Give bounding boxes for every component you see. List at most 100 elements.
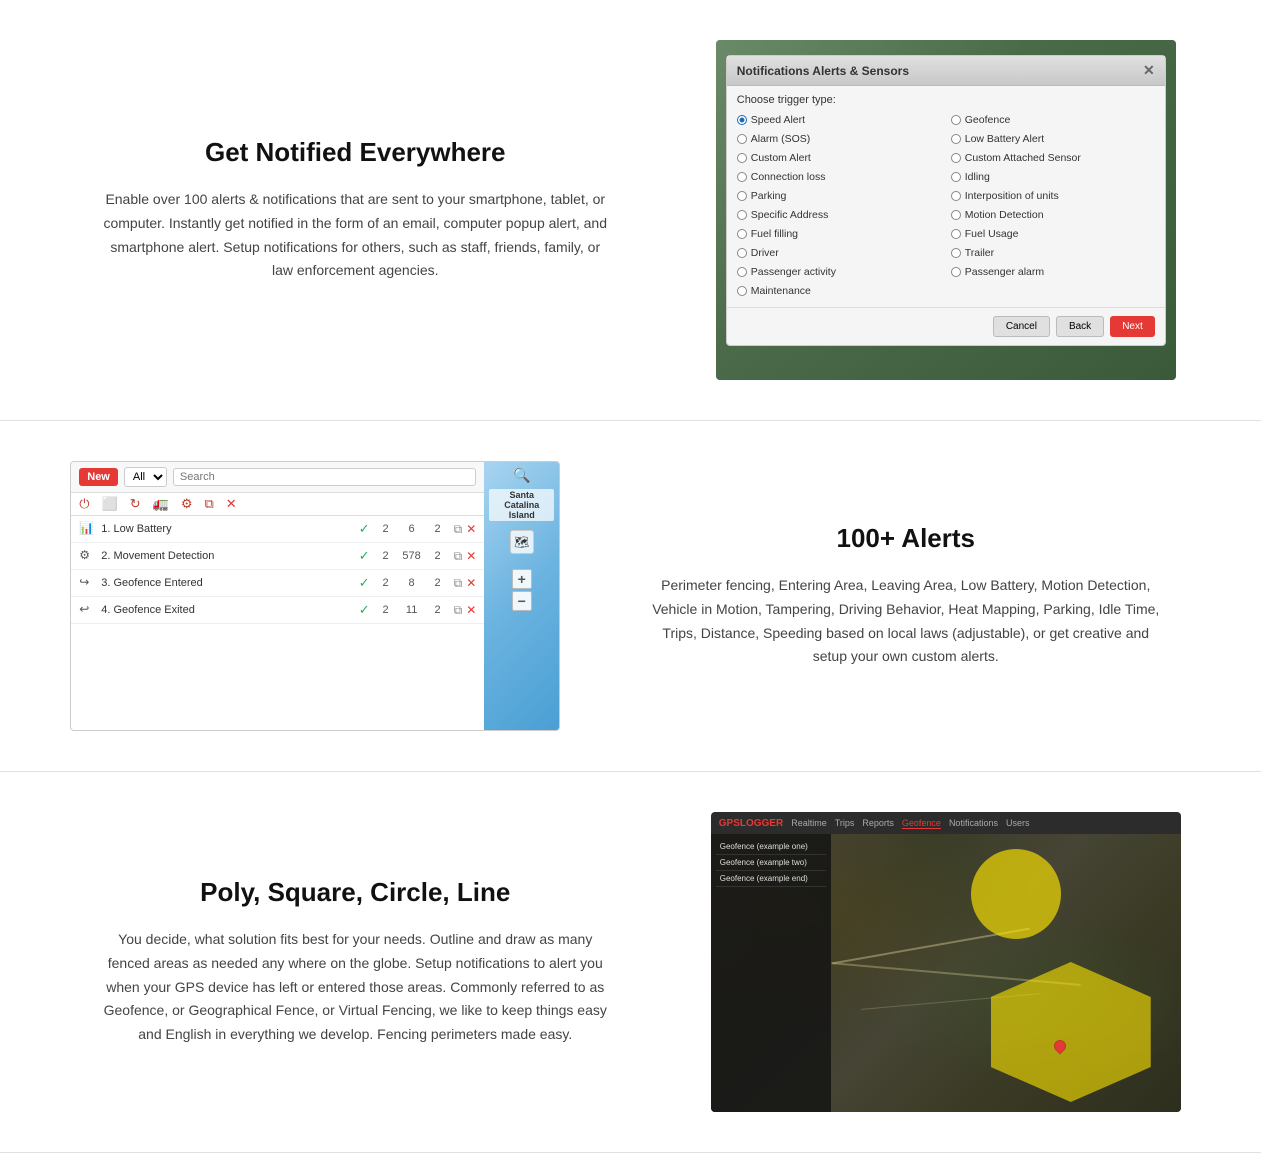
dialog-options: Speed Alert Geofence Alarm (SOS) Lo xyxy=(737,112,1155,299)
radio-passenger-alarm[interactable] xyxy=(951,267,961,277)
option-low-battery[interactable]: Low Battery Alert xyxy=(951,131,1155,147)
nav-trips[interactable]: Trips xyxy=(835,818,855,828)
zoom-in-button[interactable]: + xyxy=(512,569,532,589)
option-specific-address[interactable]: Specific Address xyxy=(737,207,941,223)
power-icon[interactable]: ⏻ xyxy=(79,496,89,512)
option-custom-sensor[interactable]: Custom Attached Sensor xyxy=(951,150,1155,166)
option-fuel-filling[interactable]: Fuel filling xyxy=(737,226,941,242)
radio-custom-alert[interactable] xyxy=(737,153,747,163)
radio-passenger-activity[interactable] xyxy=(737,267,747,277)
option-custom-alert[interactable]: Custom Alert xyxy=(737,150,941,166)
movement-icon: ⚙ xyxy=(79,548,95,564)
option-label: Maintenance xyxy=(751,285,811,297)
radio-alarm[interactable] xyxy=(737,134,747,144)
option-label: Passenger alarm xyxy=(965,266,1044,278)
radio-motion-detection[interactable] xyxy=(951,210,961,220)
radio-fuel-usage[interactable] xyxy=(951,229,961,239)
geo-list-item-3[interactable]: Geofence (example end) xyxy=(716,871,826,887)
cancel-button[interactable]: Cancel xyxy=(993,316,1050,337)
radio-idling[interactable] xyxy=(951,172,961,182)
radio-low-battery[interactable] xyxy=(951,134,961,144)
nav-realtime[interactable]: Realtime xyxy=(791,818,827,828)
option-label: Alarm (SOS) xyxy=(751,133,811,145)
radio-connection-loss[interactable] xyxy=(737,172,747,182)
alerts-list: New All ⏻ ⬜ ↻ 🚛 ⚙ ⧉ ✕ xyxy=(71,462,484,730)
notifications-image: Notifications Alerts & Sensors ✕ Choose … xyxy=(691,40,1202,380)
radio-geofence[interactable] xyxy=(951,115,961,125)
option-parking[interactable]: Parking xyxy=(737,188,941,204)
filter-select[interactable]: All xyxy=(124,467,167,487)
zoom-out-button[interactable]: − xyxy=(512,591,532,611)
radio-speed-alert[interactable] xyxy=(737,115,747,125)
exit-icon: ↩ xyxy=(79,602,95,618)
notifications-heading: Get Notified Everywhere xyxy=(100,137,611,168)
alerts-body: Perimeter fencing, Entering Area, Leavin… xyxy=(651,574,1162,669)
count3-1: 2 xyxy=(428,523,448,535)
option-fuel-usage[interactable]: Fuel Usage xyxy=(951,226,1155,242)
alert-row-2[interactable]: ⚙ 2. Movement Detection ✓ 2 578 2 ⧉ ✕ xyxy=(71,543,484,570)
option-passenger-alarm[interactable]: Passenger alarm xyxy=(951,264,1155,280)
alert-row-3[interactable]: ↪ 3. Geofence Entered ✓ 2 8 2 ⧉ ✕ xyxy=(71,570,484,597)
geofence-text: Poly, Square, Circle, Line You decide, w… xyxy=(60,857,651,1067)
radio-interposition[interactable] xyxy=(951,191,961,201)
dialog-body: Choose trigger type: Speed Alert Geofenc… xyxy=(727,86,1165,307)
radio-maintenance[interactable] xyxy=(737,286,747,296)
radio-specific-address[interactable] xyxy=(737,210,747,220)
next-button[interactable]: Next xyxy=(1110,316,1155,337)
count3-3: 2 xyxy=(428,577,448,589)
option-connection-loss[interactable]: Connection loss xyxy=(737,169,941,185)
option-driver[interactable]: Driver xyxy=(737,245,941,261)
delete-action-icon-3[interactable]: ✕ xyxy=(466,576,476,591)
count2-4: 11 xyxy=(402,604,422,616)
copy-icon[interactable]: ⬜ xyxy=(102,496,118,512)
option-speed-alert[interactable]: Speed Alert xyxy=(737,112,941,128)
radio-custom-sensor[interactable] xyxy=(951,153,961,163)
map-search-icon[interactable]: 🔍 xyxy=(513,467,530,484)
settings-icon[interactable]: ⚙ xyxy=(181,496,193,512)
alert-row-1[interactable]: 📊 1. Low Battery ✓ 2 6 2 ⧉ ✕ xyxy=(71,516,484,543)
option-alarm[interactable]: Alarm (SOS) xyxy=(737,131,941,147)
radio-trailer[interactable] xyxy=(951,248,961,258)
count1-1: 2 xyxy=(376,523,396,535)
copy-action-icon[interactable]: ⧉ xyxy=(454,522,463,537)
truck-icon[interactable]: 🚛 xyxy=(153,496,169,512)
option-motion-detection[interactable]: Motion Detection xyxy=(951,207,1155,223)
radio-fuel-filling[interactable] xyxy=(737,229,747,239)
option-maintenance[interactable]: Maintenance xyxy=(737,283,941,299)
geo-list-item-1[interactable]: Geofence (example one) xyxy=(716,839,826,855)
nav-reports[interactable]: Reports xyxy=(862,818,894,828)
delete-icon[interactable]: ✕ xyxy=(226,496,237,512)
nav-notifications[interactable]: Notifications xyxy=(949,818,998,828)
option-passenger-activity[interactable]: Passenger activity xyxy=(737,264,941,280)
search-input[interactable] xyxy=(173,468,476,486)
delete-action-icon-4[interactable]: ✕ xyxy=(466,603,476,618)
alerts-image: New All ⏻ ⬜ ↻ 🚛 ⚙ ⧉ ✕ xyxy=(60,461,571,731)
alert-icon-row: ⏻ ⬜ ↻ 🚛 ⚙ ⧉ ✕ xyxy=(71,493,484,516)
option-idling[interactable]: Idling xyxy=(951,169,1155,185)
copy-action-icon-4[interactable]: ⧉ xyxy=(454,603,463,618)
radio-driver[interactable] xyxy=(737,248,747,258)
option-geofence[interactable]: Geofence xyxy=(951,112,1155,128)
back-button[interactable]: Back xyxy=(1056,316,1104,337)
option-trailer[interactable]: Trailer xyxy=(951,245,1155,261)
section-geofence: Poly, Square, Circle, Line You decide, w… xyxy=(0,772,1261,1153)
radio-parking[interactable] xyxy=(737,191,747,201)
nav-users[interactable]: Users xyxy=(1006,818,1030,828)
notifications-body: Enable over 100 alerts & notifications t… xyxy=(100,188,611,283)
delete-action-icon[interactable]: ✕ xyxy=(466,522,476,537)
geofence-heading: Poly, Square, Circle, Line xyxy=(100,877,611,908)
alert-actions-2: ⧉ ✕ xyxy=(454,549,477,564)
nav-geofence[interactable]: Geofence xyxy=(902,818,941,829)
copy2-icon[interactable]: ⧉ xyxy=(204,496,213,512)
map-layers-button[interactable]: 🗺 xyxy=(510,530,534,554)
close-icon[interactable]: ✕ xyxy=(1143,62,1155,79)
geo-list-item-2[interactable]: Geofence (example two) xyxy=(716,855,826,871)
refresh-icon[interactable]: ↻ xyxy=(130,496,141,512)
geo-item-label-2: Geofence (example two) xyxy=(720,858,807,867)
copy-action-icon-2[interactable]: ⧉ xyxy=(454,549,463,564)
delete-action-icon-2[interactable]: ✕ xyxy=(466,549,476,564)
alert-row-4[interactable]: ↩ 4. Geofence Exited ✓ 2 11 2 ⧉ ✕ xyxy=(71,597,484,624)
copy-action-icon-3[interactable]: ⧉ xyxy=(454,576,463,591)
new-alert-button[interactable]: New xyxy=(79,468,118,486)
option-interposition[interactable]: Interposition of units xyxy=(951,188,1155,204)
